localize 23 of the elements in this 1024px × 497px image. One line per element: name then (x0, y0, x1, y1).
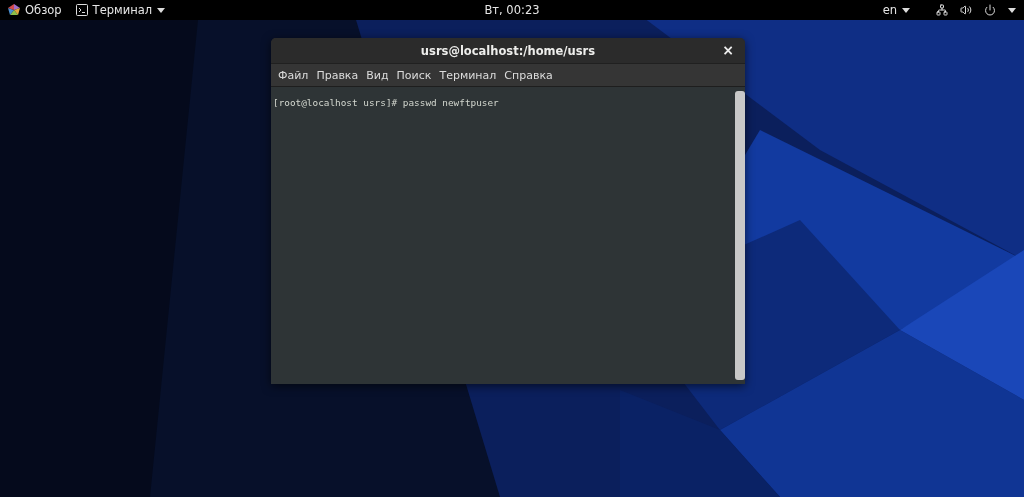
gem-icon (8, 4, 20, 16)
window-title: usrs@localhost:/home/usrs (420, 43, 596, 58)
menu-item[interactable]: Правка (312, 66, 363, 84)
menu-item[interactable]: Поиск (392, 66, 436, 84)
language-button[interactable]: en (882, 3, 910, 17)
menu-item[interactable]: Файл (274, 66, 313, 84)
terminal-icon (75, 4, 88, 16)
volume-icon[interactable] (960, 4, 972, 16)
caret-icon (902, 7, 910, 13)
clock[interactable]: Вт, 00:23 (484, 3, 540, 17)
close-button[interactable]: × (719, 42, 737, 58)
app-menu-button[interactable]: Терминал (75, 3, 166, 17)
terminal-line: [root@localhost usrs]# passwd newftpuser (273, 97, 500, 108)
menu-item[interactable]: Терминал (435, 66, 501, 84)
menu-item[interactable]: Справка (500, 66, 557, 84)
network-icon[interactable] (936, 4, 948, 16)
caret-icon (1008, 7, 1016, 13)
scrollbar-thumb[interactable] (735, 91, 745, 380)
power-icon[interactable] (984, 4, 996, 16)
caret-icon (157, 7, 166, 13)
activities-button[interactable]: Обзор (8, 3, 62, 17)
menu-item[interactable]: Вид (362, 66, 393, 84)
terminal-area[interactable]: [root@localhost usrs]# passwd newftpuser (271, 87, 745, 384)
